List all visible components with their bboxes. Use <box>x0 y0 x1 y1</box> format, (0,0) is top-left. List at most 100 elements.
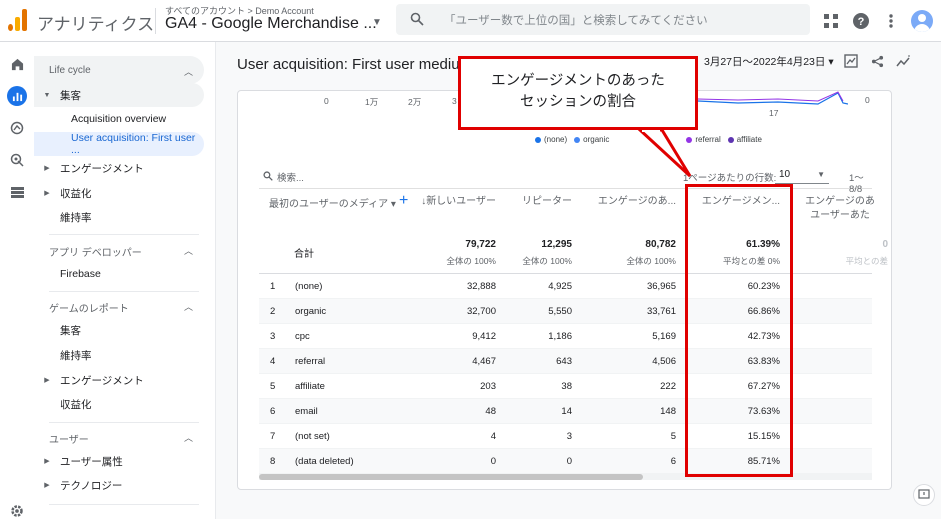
legend-item[interactable]: referral <box>686 135 721 144</box>
nav-retention[interactable]: 維持率 <box>34 205 204 229</box>
total-subtext: 平均との差 <box>845 256 888 266</box>
svg-text:?: ? <box>858 16 865 28</box>
share-icon[interactable] <box>868 52 886 70</box>
customize-report-icon[interactable] <box>842 52 860 70</box>
axis-tick: 2万 <box>408 97 422 107</box>
nav-technology[interactable]: ▶ テクノロジー <box>34 473 204 497</box>
rows-per-page-select[interactable]: 10 ▼ <box>775 167 829 184</box>
date-range-picker[interactable]: 3月27日〜2022年4月23日 ▾ <box>704 54 834 69</box>
scrollbar-thumb[interactable] <box>259 474 643 480</box>
search-bar[interactable]: 「ユーザー数で上位の国」と検索してみてください <box>396 4 810 35</box>
total-subtext: 全体の 100% <box>446 256 496 266</box>
nav-games-retention[interactable]: 維持率 <box>34 343 204 367</box>
total-value: 80,782 <box>645 239 676 250</box>
nav-firebase[interactable]: Firebase <box>34 262 204 286</box>
nav-label: エンゲージメント <box>60 162 144 175</box>
more-vert-icon[interactable] <box>881 11 901 31</box>
nav-label: ユーザー属性 <box>60 455 123 468</box>
analytics-logo-icon[interactable] <box>8 9 28 31</box>
divider <box>49 291 199 292</box>
table-search-input[interactable]: 検索... <box>277 170 304 184</box>
total-subtext: 全体の 100% <box>522 256 572 266</box>
section-label: ユーザー <box>49 435 89 446</box>
line-chart-fragment <box>698 91 848 105</box>
column-header[interactable]: エンゲージのあ ユーザーあた <box>790 195 890 223</box>
chevron-up-icon[interactable]: ︿ <box>184 300 193 313</box>
search-icon <box>410 12 424 29</box>
axis-tick: 0 <box>865 95 870 105</box>
nav-engagement[interactable]: ▶ エンゲージメント <box>34 156 204 180</box>
legend-item[interactable]: organic <box>574 135 609 144</box>
apps-grid-icon[interactable] <box>821 11 841 31</box>
nav-monetization[interactable]: ▶ 収益化 <box>34 181 204 205</box>
total-value: 79,722 <box>465 239 496 250</box>
section-label: アプリ デベロッパー <box>49 248 142 259</box>
rows-per-page-label: 1ページあたりの行数: <box>683 173 777 184</box>
divider <box>155 8 156 34</box>
dropdown-arrow-icon: ▼ <box>817 170 825 179</box>
explore-icon[interactable] <box>7 118 27 138</box>
total-value: 12,295 <box>541 239 572 250</box>
nav-label: 収益化 <box>60 187 92 200</box>
expand-arrow-icon: ▶ <box>44 377 50 384</box>
total-value: 0 <box>882 239 888 250</box>
search-icon <box>263 171 273 184</box>
account-avatar[interactable] <box>911 10 933 32</box>
chevron-up-icon[interactable]: ︿ <box>184 431 193 444</box>
page-title: User acquisition: First user mediu <box>237 56 460 73</box>
divider <box>49 504 199 505</box>
side-navigation: Life cycle ︿ ▼ 集客 Acquisition overview U… <box>34 42 216 519</box>
left-rail <box>0 42 34 519</box>
column-header[interactable]: ↓新しいユーザー <box>421 195 496 209</box>
callout-text: セッションの割合 <box>520 94 636 110</box>
nav-user-acquisition[interactable]: User acquisition: First user ... <box>34 132 204 156</box>
legend-item[interactable]: (none) <box>535 135 567 144</box>
total-subtext: 全体の 100% <box>626 256 676 266</box>
help-icon[interactable]: ? <box>851 11 871 31</box>
column-header[interactable]: リピーター <box>500 195 572 209</box>
nav-user-attributes[interactable]: ▶ ユーザー属性 <box>34 449 204 473</box>
section-label: ゲームのレポート <box>49 304 129 315</box>
reports-icon[interactable] <box>7 86 27 106</box>
nav-label: テクノロジー <box>60 479 123 492</box>
nav-acquisition-overview[interactable]: Acquisition overview <box>34 107 204 131</box>
chevron-down-icon[interactable]: ▼ <box>372 17 382 28</box>
axis-tick: 0 <box>324 96 329 106</box>
nav-label: Firebase <box>60 268 101 280</box>
legend-item[interactable]: affiliate <box>727 135 762 144</box>
column-header[interactable]: エンゲージのあ... <box>576 195 676 209</box>
axis-tick: 3 <box>452 96 457 106</box>
configure-icon[interactable] <box>7 182 27 202</box>
nav-games-engagement[interactable]: ▶ エンゲージメント <box>34 368 204 392</box>
nav-label: 維持率 <box>60 349 92 362</box>
nav-label: 集客 <box>60 324 81 337</box>
app-name: アナリティクス <box>37 15 155 34</box>
dimension-header[interactable]: 最初のユーザーのメディア ▾ + <box>269 192 408 210</box>
nav-acquisition[interactable]: ▼ 集客 <box>34 83 204 107</box>
expand-arrow-icon: ▶ <box>44 458 50 465</box>
property-selector[interactable]: GA4 - Google Merchandise ... <box>165 15 377 33</box>
top-bar: アナリティクス すべてのアカウント > Demo Account GA4 - G… <box>0 0 941 42</box>
advertising-icon[interactable] <box>7 150 27 170</box>
chevron-up-icon[interactable]: ︿ <box>184 65 193 78</box>
report-card: 0 1万 2万 3 0 17 (none) organic referral a… <box>237 90 892 490</box>
nav-games-acquisition[interactable]: 集客 <box>34 318 204 342</box>
nav-label: Acquisition overview <box>71 113 167 125</box>
feedback-icon[interactable] <box>913 484 935 506</box>
search-input[interactable]: 「ユーザー数で上位の国」と検索してみてください <box>444 12 708 28</box>
expand-arrow-icon: ▶ <box>44 482 50 489</box>
nav-label: User acquisition: First user ... <box>71 132 196 156</box>
nav-label: 収益化 <box>60 398 92 411</box>
callout-annotation: エンゲージメントのあった セッションの割合 <box>458 56 698 130</box>
add-dimension-icon[interactable]: + <box>399 192 408 210</box>
insights-icon[interactable] <box>894 52 912 70</box>
nav-games-monetization[interactable]: 収益化 <box>34 392 204 416</box>
home-icon[interactable] <box>7 54 27 74</box>
chevron-up-icon[interactable]: ︿ <box>184 244 193 257</box>
pagination-status: 1～8/8 <box>849 173 864 195</box>
callout-text: エンゲージメントのあった <box>491 73 665 89</box>
divider <box>49 422 199 423</box>
section-label: Life cycle <box>49 65 91 76</box>
nav-label: 維持率 <box>60 211 92 224</box>
settings-icon[interactable] <box>7 501 27 519</box>
